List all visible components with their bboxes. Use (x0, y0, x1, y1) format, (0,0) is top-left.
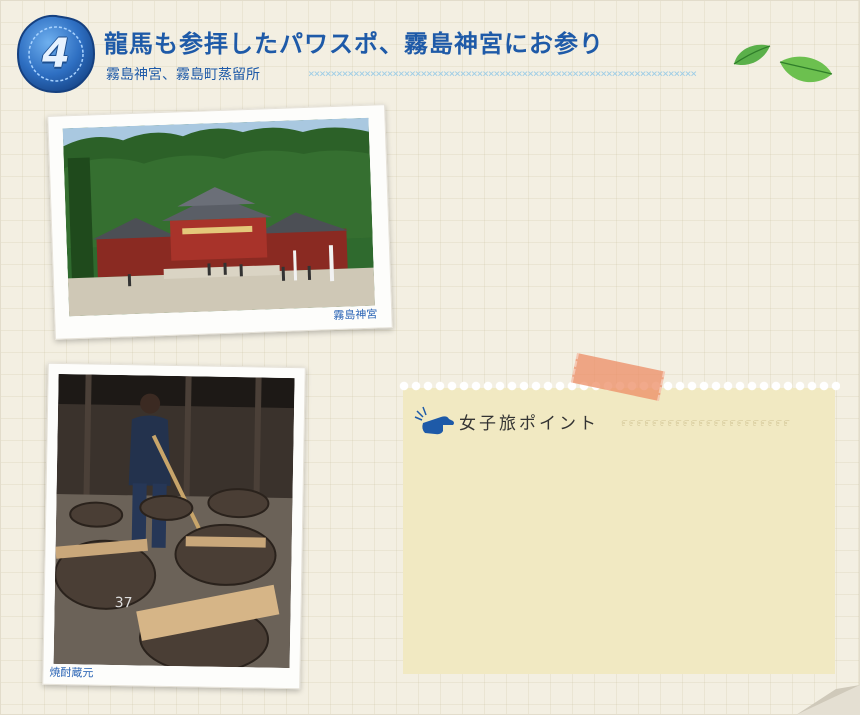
page-corner-fold (796, 685, 860, 715)
page-title: 龍馬も参拝したパワスポ、霧島神宮にお参り (104, 29, 604, 58)
shrine-photo (62, 117, 376, 317)
photo-card-shrine: 霧島神宮 (47, 104, 393, 340)
photo-caption: 焼酎蔵元 (49, 665, 94, 680)
travel-tip-label: 女子旅ポイント (459, 414, 599, 434)
badge-number: 4 (42, 31, 70, 77)
photo-card-distillery: 37 焼酎蔵元 (42, 362, 306, 690)
leaf-icon (733, 44, 771, 66)
step-number-badge: 4 (14, 12, 98, 96)
distillery-photo: 37 (53, 373, 295, 669)
swirl-divider: ೯೯೯೯೯೯೯೯೯೯೯೯೯೯೯೯೯೯೯೯೯೯ (621, 415, 791, 429)
svg-text:37: 37 (115, 595, 133, 611)
pointing-hand-icon (414, 406, 454, 435)
stitch-divider: ××××××××××××××××××××××××××××××××××××××××… (308, 67, 697, 79)
leaf-icon (779, 56, 833, 83)
travel-tip-header: 女子旅ポイント ೯೯೯೯೯೯೯೯೯೯೯೯೯೯೯೯೯೯೯೯೯೯ (413, 403, 825, 439)
page-subtitle: 霧島神宮、霧島町蒸留所 (106, 67, 260, 83)
photo-caption: 霧島神宮 (333, 307, 378, 323)
